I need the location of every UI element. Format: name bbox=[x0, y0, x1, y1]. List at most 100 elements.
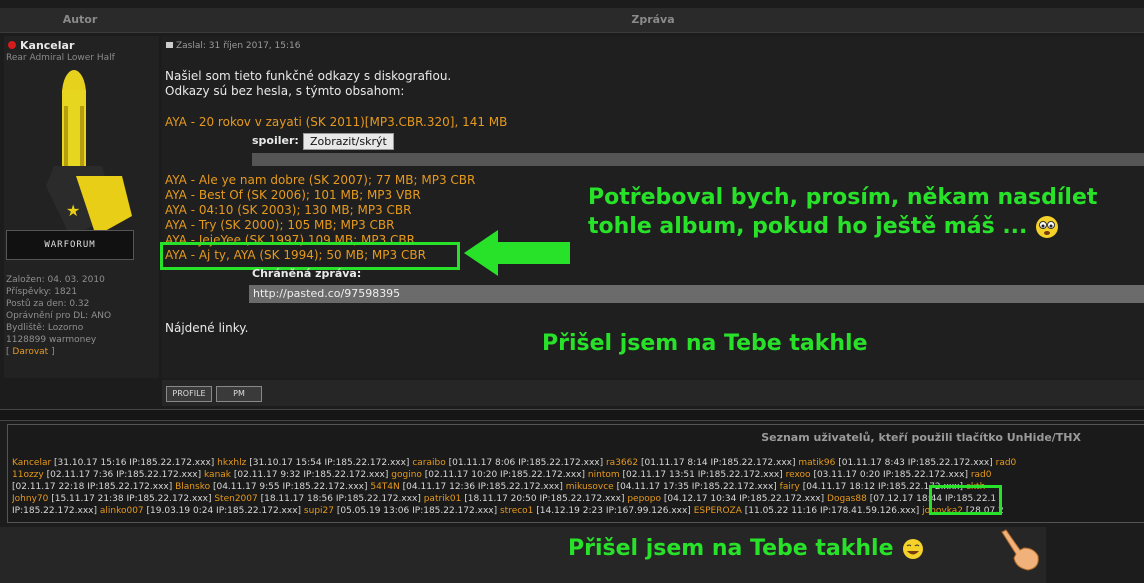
user-link[interactable]: Sten2007 bbox=[214, 494, 257, 504]
user-link[interactable]: ESPEROZA bbox=[694, 506, 742, 516]
stat-joined: Založen: 04. 03. 2010 bbox=[6, 275, 105, 285]
user-link[interactable]: fairy bbox=[780, 482, 800, 492]
user-access-info: [14.12.19 2:23 IP:167.99.126.xxx] bbox=[536, 506, 694, 516]
user-access-info: [18.11.17 18:56 IP:185.22.172.xxx] bbox=[260, 494, 424, 504]
protected-message-label: Chráněná zpráva: bbox=[252, 267, 362, 280]
user-access-info: [19.03.19 0:24 IP:185.22.172.xxx] bbox=[146, 506, 304, 516]
user-access-info: IP:185.22.172.xxx] bbox=[12, 506, 100, 516]
found-annotation-bottom-text: Přišel jsem na Tebe takhle bbox=[568, 536, 894, 561]
offline-status-icon bbox=[8, 41, 16, 49]
request-annotation-text: Potřeboval bych, prosím, někam nasdílet … bbox=[588, 185, 1098, 239]
svg-text:★: ★ bbox=[66, 201, 80, 220]
author-column-header: Autor bbox=[62, 13, 98, 26]
user-link[interactable]: rad0 bbox=[996, 458, 1017, 468]
first-album-link[interactable]: AYA - 20 rokov v zayati (SK 2011)[MP3.CB… bbox=[165, 115, 507, 129]
donate-row: [ Darovat ] bbox=[6, 346, 111, 358]
user-link[interactable]: streco1 bbox=[500, 506, 533, 516]
user-access-info: [04.12.17 10:34 IP:185.22.172.xxx] bbox=[663, 494, 828, 504]
message-column-header: Zpráva bbox=[631, 13, 675, 26]
user-link[interactable]: hkxhlz bbox=[217, 458, 246, 468]
user-link[interactable]: alinko007 bbox=[100, 506, 144, 516]
user-link[interactable]: mikusovce bbox=[566, 482, 614, 492]
user-access-info: [02.11.17 22:18 IP:185.22.172.xxx] bbox=[12, 482, 176, 492]
spoiler-toggle-button[interactable]: Zobrazit/skrýt bbox=[303, 133, 394, 150]
user-link[interactable]: Blansko bbox=[175, 482, 210, 492]
author-panel: Kancelar Rear Admiral Lower Half ★ WARFO… bbox=[4, 36, 159, 378]
author-name-label: Kancelar bbox=[20, 39, 75, 52]
intro-line-2: Odkazy sú bez hesla, s týmto obsahom: bbox=[165, 84, 405, 98]
donate-link[interactable]: Darovat bbox=[12, 347, 48, 357]
user-link[interactable]: 11ozzy bbox=[12, 470, 44, 480]
user-link[interactable]: nintom bbox=[588, 470, 620, 480]
pointing-hand-icon bbox=[1001, 529, 1039, 571]
found-links-text: Nájdené linky. bbox=[165, 321, 249, 335]
users-list-row: Kancelar [31.10.17 15:16 IP:185.22.172.x… bbox=[12, 457, 1144, 469]
post-intro: Našiel som tieto funkčné odkazy s diskog… bbox=[165, 69, 451, 99]
user-access-info: [18.11.17 20:50 IP:185.22.172.xxx] bbox=[464, 494, 628, 504]
album-link[interactable]: AYA - Ale ye nam dobre (SK 2007); 77 MB;… bbox=[165, 173, 475, 187]
user-link[interactable]: supi27 bbox=[304, 506, 334, 516]
user-access-info: [04.11.17 12:36 IP:185.22.172.xxx] bbox=[402, 482, 566, 492]
author-name[interactable]: Kancelar bbox=[8, 39, 74, 52]
author-stats: Založen: 04. 03. 2010 Příspěvky: 1821 Po… bbox=[6, 274, 111, 358]
user-link[interactable]: ra3662 bbox=[606, 458, 638, 468]
found-annotation-top: Přišel jsem na Tebe takhle bbox=[542, 331, 868, 356]
stat-dl-permission: Oprávnění pro DL: ANO bbox=[6, 311, 112, 321]
stat-posts: Příspěvky: 1821 bbox=[6, 287, 78, 297]
user-access-info: [02.11.17 9:32 IP:185.22.172.xxx] bbox=[233, 470, 392, 480]
user-link[interactable]: rexoo bbox=[786, 470, 811, 480]
protected-link[interactable]: http://pasted.co/97598395 bbox=[249, 285, 1144, 303]
user-link[interactable]: 54T4N bbox=[370, 482, 399, 492]
author-rank: Rear Admiral Lower Half bbox=[6, 53, 115, 63]
user-link[interactable]: matik96 bbox=[798, 458, 835, 468]
user-access-info: [15.11.17 21:38 IP:185.22.172.xxx] bbox=[51, 494, 215, 504]
user-access-info: [05.05.19 13:06 IP:185.22.172.xxx] bbox=[336, 506, 500, 516]
highlight-box bbox=[929, 485, 1002, 515]
user-link[interactable]: Kancelar bbox=[12, 458, 51, 468]
profile-button[interactable]: PROFILE bbox=[166, 386, 212, 402]
users-panel-title: Seznam uživatelů, kteří použili tlačítko… bbox=[761, 431, 1081, 444]
user-access-info: [31.10.17 15:16 IP:185.22.172.xxx] bbox=[54, 458, 218, 468]
album-link[interactable]: AYA - 04:10 (SK 2003); 130 MB; MP3 CBR bbox=[165, 203, 411, 217]
request-annotation: Potřeboval bych, prosím, někam nasdílet … bbox=[588, 183, 1108, 241]
user-link[interactable]: rad0 bbox=[971, 470, 992, 480]
donate-close-bracket: ] bbox=[51, 347, 55, 357]
found-annotation-bottom: Přišel jsem na Tebe takhle bbox=[568, 536, 925, 561]
user-link[interactable]: caraibo bbox=[412, 458, 445, 468]
user-access-info: [02.11.17 13:51 IP:185.22.172.xxx] bbox=[622, 470, 786, 480]
user-access-info: [11.05.22 11:16 IP:178.41.59.126.xxx] bbox=[744, 506, 923, 516]
user-access-info: [01.11.17 8:14 IP:185.22.172.xxx] bbox=[640, 458, 799, 468]
post-icon bbox=[166, 42, 173, 48]
user-link[interactable]: pepopo bbox=[627, 494, 661, 504]
user-access-info: [03.11.17 0:20 IP:185.22.172.xxx] bbox=[813, 470, 971, 480]
album-link[interactable]: AYA - Best Of (SK 2006); 101 MB; MP3 VBR bbox=[165, 188, 421, 202]
rank-epaulette-icon: ★ bbox=[46, 70, 132, 236]
user-link[interactable]: Dogas88 bbox=[827, 494, 867, 504]
user-access-info: [04.11.17 17:35 IP:185.22.172.xxx] bbox=[616, 482, 780, 492]
user-link[interactable]: kanak bbox=[204, 470, 231, 480]
user-access-info: [02.11.17 7:36 IP:185.22.172.xxx] bbox=[46, 470, 204, 480]
user-access-info: [01.11.17 8:06 IP:185.22.172.xxx] bbox=[448, 458, 606, 468]
post-info: Zaslal: 31 říjen 2017, 15:16 bbox=[166, 41, 300, 51]
album-link[interactable]: AYA - Try (SK 2000); 105 MB; MP3 CBR bbox=[165, 218, 394, 232]
intro-line-1: Našiel som tieto funkčné odkazy s diskog… bbox=[165, 69, 452, 83]
user-access-info: [04.11.17 9:55 IP:185.22.172.xxx] bbox=[212, 482, 371, 492]
user-access-info: [02.11.17 10:20 IP:185.22.172.xxx] bbox=[424, 470, 588, 480]
user-link[interactable]: Johny70 bbox=[12, 494, 48, 504]
spoiler-content-bar bbox=[252, 153, 1144, 166]
donate-open-bracket: [ bbox=[6, 347, 10, 357]
warforum-banner[interactable]: WARFORUM bbox=[6, 230, 134, 260]
green-arrow-icon bbox=[464, 230, 570, 276]
user-link[interactable]: gogino bbox=[391, 470, 422, 480]
message-panel: Zaslal: 31 říjen 2017, 15:16 Našiel som … bbox=[160, 36, 1144, 378]
laughing-smiley-icon bbox=[903, 539, 924, 559]
stat-location: Bydliště: Lozorno bbox=[6, 323, 84, 333]
user-link[interactable]: patrik01 bbox=[424, 494, 462, 504]
highlight-box bbox=[160, 242, 460, 270]
pm-button[interactable]: PM bbox=[216, 386, 262, 402]
post-footer: PROFILE PM bbox=[162, 380, 1144, 406]
user-access-info: [31.10.17 15:54 IP:185.22.172.xxx] bbox=[249, 458, 413, 468]
stat-warmoney: 1128899 warmoney bbox=[6, 335, 97, 345]
divider bbox=[0, 409, 1144, 421]
post-info-text: Zaslal: 31 říjen 2017, 15:16 bbox=[176, 41, 301, 51]
